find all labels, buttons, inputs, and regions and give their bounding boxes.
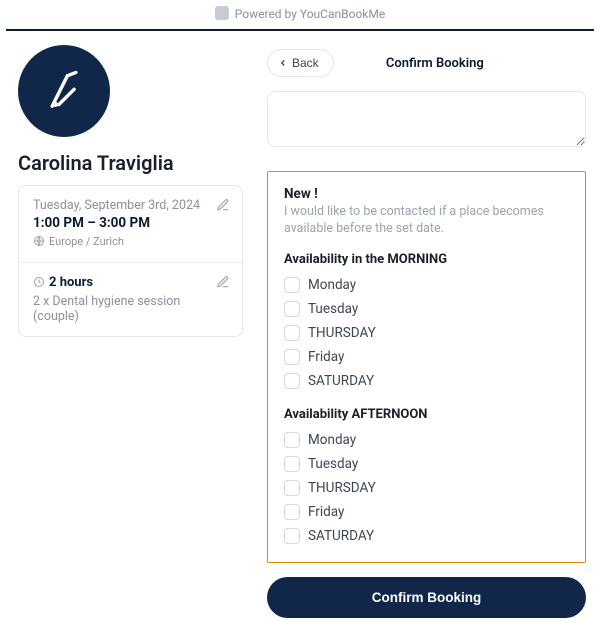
afternoon-thursday-row[interactable]: THURSDAY [284,476,569,500]
checkbox[interactable] [284,349,300,365]
page-title: Confirm Booking [334,56,536,71]
top-divider [6,29,594,31]
tooth-tools-icon [37,64,91,118]
checkbox[interactable] [284,456,300,472]
provider-name: Carolina Traviglia [18,151,243,175]
afternoon-saturday-row[interactable]: SATURDAY [284,524,569,548]
checkbox[interactable] [284,373,300,389]
checkbox[interactable] [284,504,300,520]
day-label: Monday [308,432,356,448]
morning-thursday-row[interactable]: THURSDAY [284,321,569,345]
powered-by-bar: Powered by YouCanBookMe [0,0,600,29]
summary-date: Tuesday, September 3rd, 2024 [33,198,228,213]
summary-service: 2 hours 2 x Dental hygiene session (coup… [19,263,242,336]
edit-datetime-icon[interactable] [216,198,230,216]
new-description: I would like to be contacted if a place … [284,204,569,238]
back-button[interactable]: Back [267,49,334,77]
afternoon-tuesday-row[interactable]: Tuesday [284,452,569,476]
availability-box: New ! I would like to be contacted if a … [267,171,586,563]
notes-textarea[interactable] [267,91,586,147]
day-label: Tuesday [308,456,358,472]
booking-summary-panel: Tuesday, September 3rd, 2024 1:00 PM – 3… [18,185,243,337]
back-label: Back [292,56,319,70]
day-label: Tuesday [308,301,358,317]
checkbox[interactable] [284,277,300,293]
summary-datetime: Tuesday, September 3rd, 2024 1:00 PM – 3… [19,186,242,263]
afternoon-friday-row[interactable]: Friday [284,500,569,524]
powered-by-text: Powered by YouCanBookMe [235,7,385,21]
day-label: Friday [308,504,344,520]
afternoon-title: Availability AFTERNOON [284,407,569,422]
chevron-left-icon [278,58,288,68]
confirm-booking-button[interactable]: Confirm Booking [267,577,586,618]
morning-tuesday-row[interactable]: Tuesday [284,297,569,321]
day-label: SATURDAY [308,373,374,389]
checkbox[interactable] [284,480,300,496]
morning-monday-row[interactable]: Monday [284,273,569,297]
right-column: Back Confirm Booking New ! I would like … [267,45,586,618]
checkbox[interactable] [284,301,300,317]
afternoon-monday-row[interactable]: Monday [284,428,569,452]
checkbox[interactable] [284,528,300,544]
day-label: Monday [308,277,356,293]
summary-time: 1:00 PM – 3:00 PM [33,215,228,231]
edit-service-icon[interactable] [216,275,230,293]
morning-saturday-row[interactable]: SATURDAY [284,369,569,393]
topbar: Back Confirm Booking [267,45,586,77]
day-label: THURSDAY [308,480,376,496]
day-label: SATURDAY [308,528,374,544]
day-label: THURSDAY [308,325,376,341]
morning-friday-row[interactable]: Friday [284,345,569,369]
summary-timezone: Europe / Zurich [49,235,124,248]
globe-icon [33,235,45,250]
day-label: Friday [308,349,344,365]
logo-icon [215,6,229,20]
clock-icon [33,276,45,292]
summary-service-text: 2 x Dental hygiene session (couple) [33,294,228,324]
checkbox[interactable] [284,325,300,341]
summary-duration: 2 hours [49,275,93,290]
new-label: New ! [284,186,569,202]
left-column: Carolina Traviglia Tuesday, September 3r… [18,45,243,618]
checkbox[interactable] [284,432,300,448]
morning-title: Availability in the MORNING [284,252,569,267]
avatar [18,45,110,137]
